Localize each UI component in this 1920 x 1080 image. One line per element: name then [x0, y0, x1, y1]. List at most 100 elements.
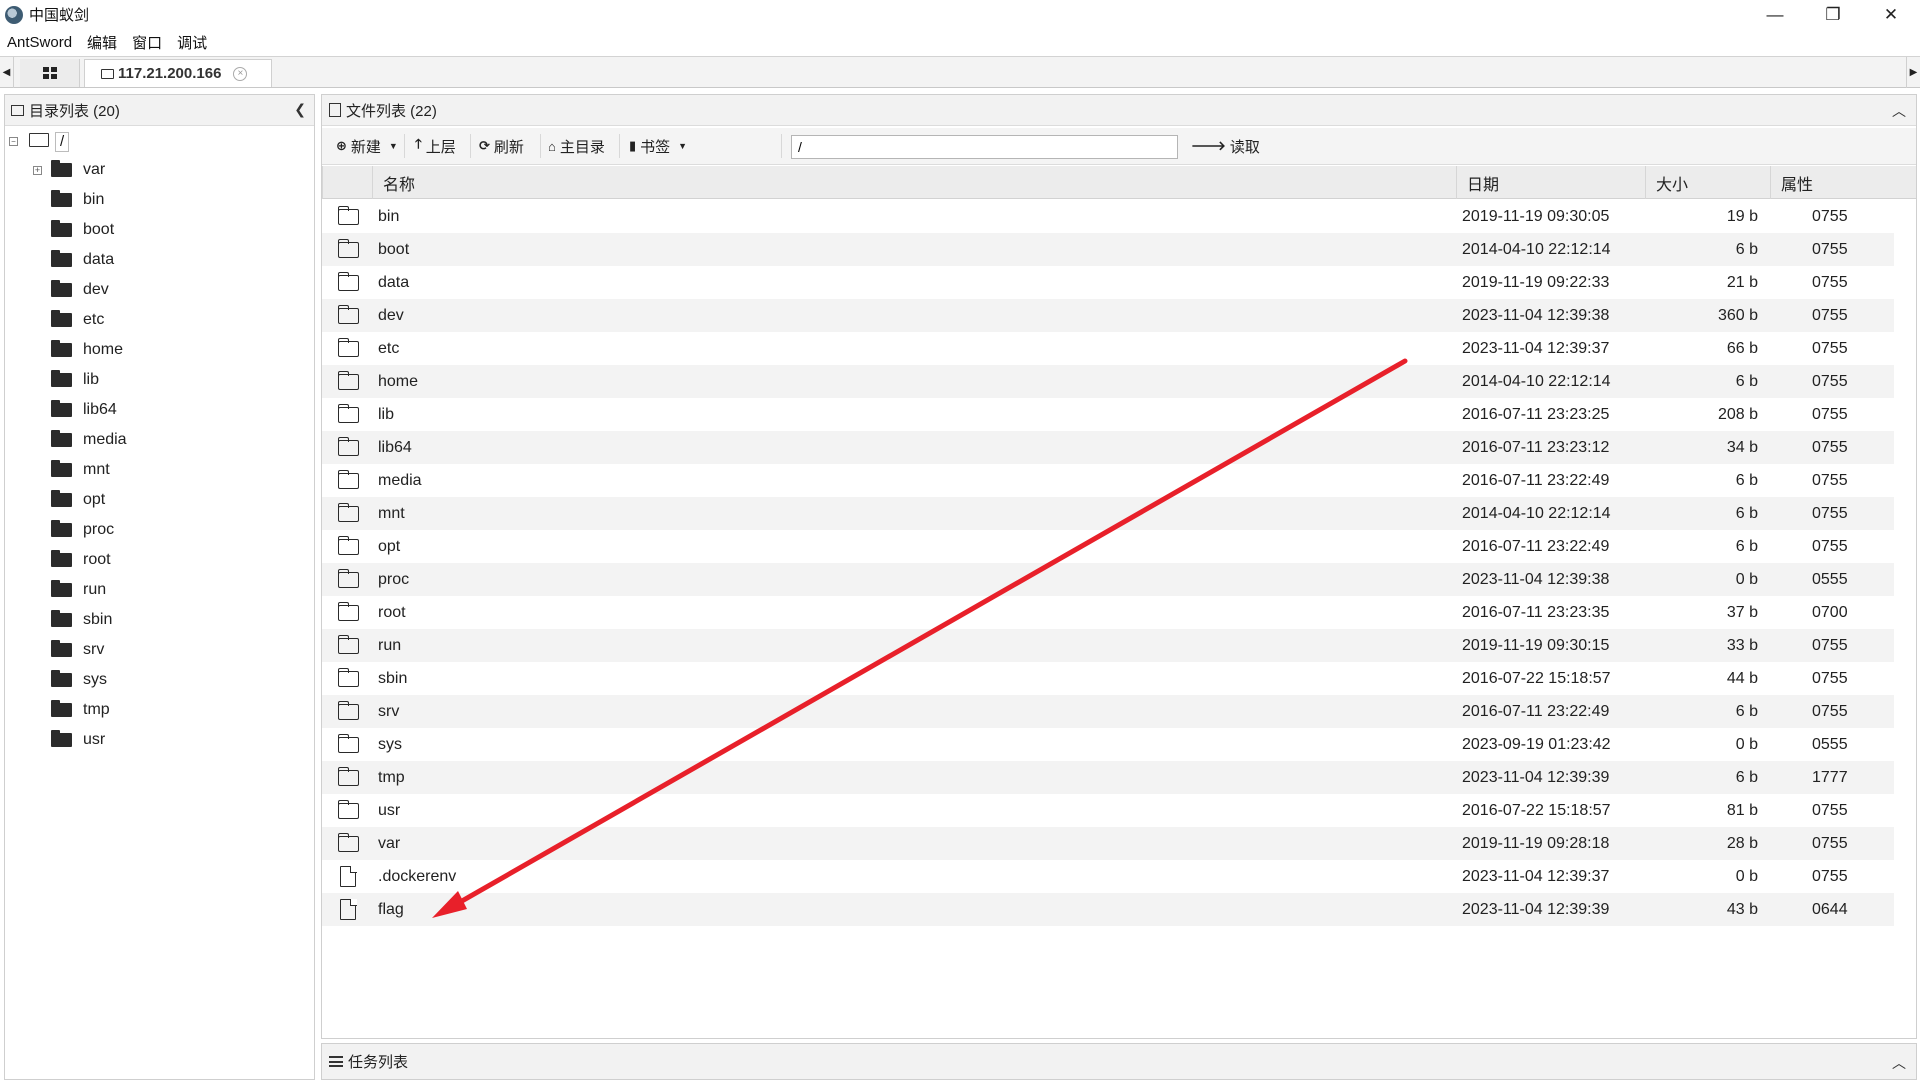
file-name-cell: .dockerenv — [378, 868, 457, 885]
collapse-up-icon[interactable]: ︿ — [1892, 101, 1906, 121]
minimize-button[interactable]: — — [1746, 0, 1804, 29]
tree-item-home[interactable]: home — [5, 339, 305, 363]
table-row[interactable]: sys 2023-09-19 01:23:42 0 b 0555 — [322, 728, 1894, 761]
table-row[interactable]: .dockerenv 2023-11-04 12:39:37 0 b 0755 — [322, 860, 1894, 893]
folder-icon — [337, 734, 359, 753]
tree-item-lib[interactable]: lib — [5, 369, 305, 393]
file-name-cell: media — [378, 472, 422, 489]
arrow-right-icon: 🡒 — [1191, 138, 1226, 153]
table-row[interactable]: mnt 2014-04-10 22:12:14 6 b 0755 — [322, 497, 1894, 530]
menu-window[interactable]: 窗口 — [132, 32, 162, 53]
tree-item-tmp[interactable]: tmp — [5, 699, 305, 723]
tree-item-usr[interactable]: usr — [5, 729, 305, 753]
collapse-left-icon[interactable]: ❮ — [294, 101, 306, 118]
tree-item-opt[interactable]: opt — [5, 489, 305, 513]
tree-item-data[interactable]: data — [5, 249, 305, 273]
perm-cell: 0755 — [1812, 208, 1848, 225]
file-name-cell: run — [378, 637, 402, 654]
tab-scroll-left-icon[interactable]: ◀ — [0, 57, 14, 88]
table-row[interactable]: media 2016-07-11 23:22:49 6 b 0755 — [322, 464, 1894, 497]
size-cell: 21 b — [1726, 274, 1758, 291]
table-row[interactable]: lib 2016-07-11 23:23:25 208 b 0755 — [322, 398, 1894, 431]
perm-column-header[interactable]: 属性 — [1770, 166, 1896, 199]
tab-shell-session[interactable]: 117.21.200.166 × — [84, 59, 272, 87]
folder-icon — [337, 833, 359, 852]
table-row[interactable]: usr 2016-07-22 15:18:57 81 b 0755 — [322, 794, 1894, 827]
perm-cell: 0755 — [1812, 373, 1848, 390]
close-button[interactable]: ✕ — [1862, 0, 1920, 29]
table-row[interactable]: etc 2023-11-04 12:39:37 66 b 0755 — [322, 332, 1894, 365]
size-cell: 81 b — [1726, 802, 1758, 819]
table-row[interactable]: tmp 2023-11-04 12:39:39 6 b 1777 — [322, 761, 1894, 794]
read-button[interactable]: 🡒 读取 — [1191, 133, 1260, 159]
tree-item-run[interactable]: run — [5, 579, 305, 603]
table-row[interactable]: sbin 2016-07-22 15:18:57 44 b 0755 — [322, 662, 1894, 695]
tree-item-dev[interactable]: dev — [5, 279, 305, 303]
tab-scroll-right-icon[interactable]: ▶ — [1906, 57, 1920, 88]
size-cell: 28 b — [1726, 835, 1758, 852]
expand-node-icon[interactable]: + — [33, 166, 42, 175]
perm-cell: 0755 — [1812, 505, 1848, 522]
tree-item-media[interactable]: media — [5, 429, 305, 453]
menu-antsword[interactable]: AntSword — [7, 34, 72, 51]
bookmark-button[interactable]: ▮ 书签 ▼ — [629, 133, 687, 159]
menu-debug[interactable]: 调试 — [177, 32, 207, 53]
tree-item-root[interactable]: root — [5, 549, 305, 573]
tree-item-etc[interactable]: etc — [5, 309, 305, 333]
folder-icon — [51, 220, 72, 237]
tree-item-lib64[interactable]: lib64 — [5, 399, 305, 423]
size-cell: 6 b — [1735, 703, 1758, 720]
tree-item-label: bin — [83, 191, 105, 208]
list-icon — [329, 1056, 343, 1067]
tree-item-var[interactable]: + var — [5, 159, 305, 183]
folder-icon — [337, 371, 359, 390]
folder-icon — [337, 470, 359, 489]
size-cell: 0 b — [1735, 868, 1758, 885]
size-column-header[interactable]: 大小 — [1645, 166, 1770, 199]
tab-close-icon[interactable]: × — [233, 66, 248, 81]
size-cell: 37 b — [1726, 604, 1758, 621]
menu-edit[interactable]: 编辑 — [87, 32, 117, 53]
table-row[interactable]: boot 2014-04-10 22:12:14 6 b 0755 — [322, 233, 1894, 266]
path-input[interactable] — [791, 135, 1178, 159]
maximize-button[interactable]: ❐ — [1804, 0, 1862, 29]
perm-cell: 0755 — [1812, 670, 1848, 687]
table-row[interactable]: data 2019-11-19 09:22:33 21 b 0755 — [322, 266, 1894, 299]
folder-open-icon — [29, 133, 49, 147]
tab-home[interactable] — [20, 59, 80, 87]
tree-item-mnt[interactable]: mnt — [5, 459, 305, 483]
table-row[interactable]: proc 2023-11-04 12:39:38 0 b 0555 — [322, 563, 1894, 596]
perm-cell: 0644 — [1812, 901, 1848, 918]
perm-cell: 0755 — [1812, 340, 1848, 357]
tree-item-label: var — [83, 161, 106, 178]
table-row[interactable]: var 2019-11-19 09:28:18 28 b 0755 — [322, 827, 1894, 860]
tree-item-boot[interactable]: boot — [5, 219, 305, 243]
size-cell: 33 b — [1726, 637, 1758, 654]
up-button[interactable]: 🡑 上层 — [415, 133, 456, 159]
tree-item-sys[interactable]: sys — [5, 669, 305, 693]
table-row[interactable]: opt 2016-07-11 23:22:49 6 b 0755 — [322, 530, 1894, 563]
folder-icon — [51, 310, 72, 327]
perm-cell: 0755 — [1812, 472, 1848, 489]
home-button[interactable]: ⌂ 主目录 — [548, 133, 605, 159]
expand-up-icon[interactable]: ︿ — [1892, 1053, 1906, 1073]
name-column-header[interactable]: 名称 — [372, 166, 1456, 199]
table-row[interactable]: run 2019-11-19 09:30:15 33 b 0755 — [322, 629, 1894, 662]
table-row[interactable]: root 2016-07-11 23:23:35 37 b 0700 — [322, 596, 1894, 629]
table-row[interactable]: flag 2023-11-04 12:39:39 43 b 0644 — [322, 893, 1894, 926]
tree-item-sbin[interactable]: sbin — [5, 609, 305, 633]
table-row[interactable]: lib64 2016-07-11 23:23:12 34 b 0755 — [322, 431, 1894, 464]
table-row[interactable]: home 2014-04-10 22:12:14 6 b 0755 — [322, 365, 1894, 398]
tree-item-bin[interactable]: bin — [5, 189, 305, 213]
date-column-header[interactable]: 日期 — [1456, 166, 1645, 199]
table-row[interactable]: dev 2023-11-04 12:39:38 360 b 0755 — [322, 299, 1894, 332]
collapse-node-icon[interactable]: − — [9, 137, 18, 146]
tree-item-proc[interactable]: proc — [5, 519, 305, 543]
tree-item-label: srv — [83, 641, 105, 658]
table-row[interactable]: srv 2016-07-11 23:22:49 6 b 0755 — [322, 695, 1894, 728]
refresh-button[interactable]: ⟳ 刷新 — [479, 133, 524, 159]
directory-panel-header: 目录列表 (20) ❮ — [5, 95, 314, 126]
table-row[interactable]: bin 2019-11-19 09:30:05 19 b 0755 — [322, 200, 1894, 233]
tree-item-srv[interactable]: srv — [5, 639, 305, 663]
new-button[interactable]: ⊕ 新建 ▼ — [336, 133, 398, 159]
